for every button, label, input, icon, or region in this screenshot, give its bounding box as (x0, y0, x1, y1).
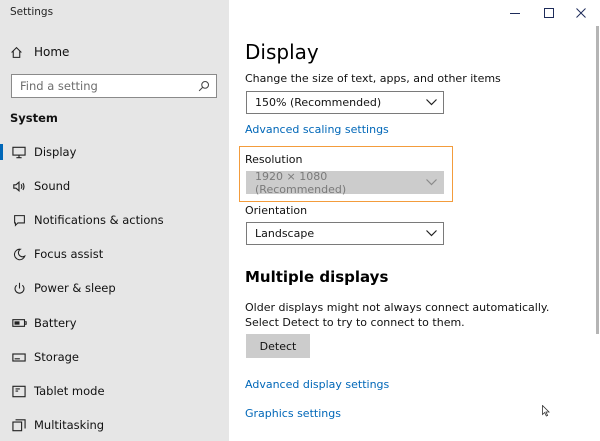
sidebar-item-label: Sound (34, 179, 71, 193)
moon-icon (10, 248, 28, 261)
sidebar-item-focus-assist[interactable]: Focus assist (0, 240, 229, 268)
scale-value: 150% (Recommended) (255, 96, 382, 109)
window-title: Settings (10, 6, 54, 18)
sidebar-item-storage[interactable]: Storage (0, 343, 229, 371)
orientation-dropdown[interactable]: Landscape (246, 222, 444, 245)
advanced-scaling-settings-link[interactable]: Advanced scaling settings (245, 123, 389, 136)
title-bar: Settings (0, 0, 600, 26)
chevron-down-icon (419, 179, 443, 186)
storage-icon (10, 352, 28, 363)
monitor-icon (10, 146, 28, 159)
sidebar-item-tablet-mode[interactable]: Tablet mode (0, 377, 229, 405)
sidebar: Home Find a setting System Display Sound… (0, 0, 229, 441)
home-nav-item[interactable]: Home (10, 42, 69, 62)
main-content: Display Change the size of text, apps, a… (229, 26, 600, 441)
sidebar-item-label: Storage (34, 350, 79, 364)
tablet-icon (10, 385, 28, 398)
minimize-button[interactable] (496, 0, 534, 26)
multiple-displays-description: Older displays might not always connect … (245, 301, 550, 329)
chevron-down-icon (419, 230, 443, 237)
sidebar-item-label: Power & sleep (34, 281, 116, 295)
sidebar-item-sound[interactable]: Sound (0, 172, 229, 200)
sidebar-item-label: Focus assist (34, 247, 104, 261)
sidebar-item-display[interactable]: Display (0, 138, 229, 166)
scale-dropdown[interactable]: 150% (Recommended) (246, 91, 444, 114)
orientation-label: Orientation (245, 204, 308, 217)
chevron-down-icon (419, 99, 443, 106)
scale-label: Change the size of text, apps, and other… (245, 72, 501, 85)
maximize-icon (544, 8, 554, 18)
sidebar-item-label: Battery (34, 316, 77, 330)
sidebar-item-multitasking[interactable]: Multitasking (0, 411, 229, 439)
sidebar-item-label: Display (34, 145, 77, 159)
sidebar-item-notifications[interactable]: Notifications & actions (0, 206, 229, 234)
multiple-displays-heading: Multiple displays (245, 268, 389, 286)
notification-icon (10, 214, 28, 227)
sidebar-item-battery[interactable]: Battery (0, 309, 229, 337)
battery-icon (10, 318, 28, 328)
minimize-icon (510, 8, 520, 18)
sidebar-item-label: Notifications & actions (34, 213, 164, 227)
graphics-settings-link[interactable]: Graphics settings (245, 407, 341, 420)
mouse-cursor-icon (542, 402, 550, 421)
sidebar-item-power-sleep[interactable]: Power & sleep (0, 274, 229, 302)
search-input[interactable]: Find a setting (12, 79, 192, 93)
home-label: Home (34, 45, 70, 59)
advanced-display-settings-link[interactable]: Advanced display settings (245, 378, 389, 391)
sidebar-item-label: Tablet mode (34, 384, 105, 398)
scrollbar[interactable] (596, 26, 599, 334)
resolution-label: Resolution (245, 153, 303, 166)
close-button[interactable] (562, 0, 600, 26)
home-icon (10, 46, 28, 59)
page-title: Display (245, 40, 319, 64)
resolution-value: 1920 × 1080 (Recommended) (255, 169, 347, 196)
power-icon (10, 282, 28, 295)
search-box[interactable]: Find a setting (11, 74, 217, 98)
sidebar-item-label: Multitasking (34, 418, 105, 432)
sidebar-section-heading: System (10, 111, 58, 125)
speaker-icon (10, 180, 28, 193)
search-icon[interactable] (192, 75, 216, 97)
multitasking-icon (10, 418, 28, 432)
close-icon (576, 8, 586, 18)
detect-button[interactable]: Detect (246, 334, 310, 358)
resolution-dropdown[interactable]: 1920 × 1080 (Recommended) (246, 169, 444, 196)
orientation-value: Landscape (255, 227, 315, 240)
